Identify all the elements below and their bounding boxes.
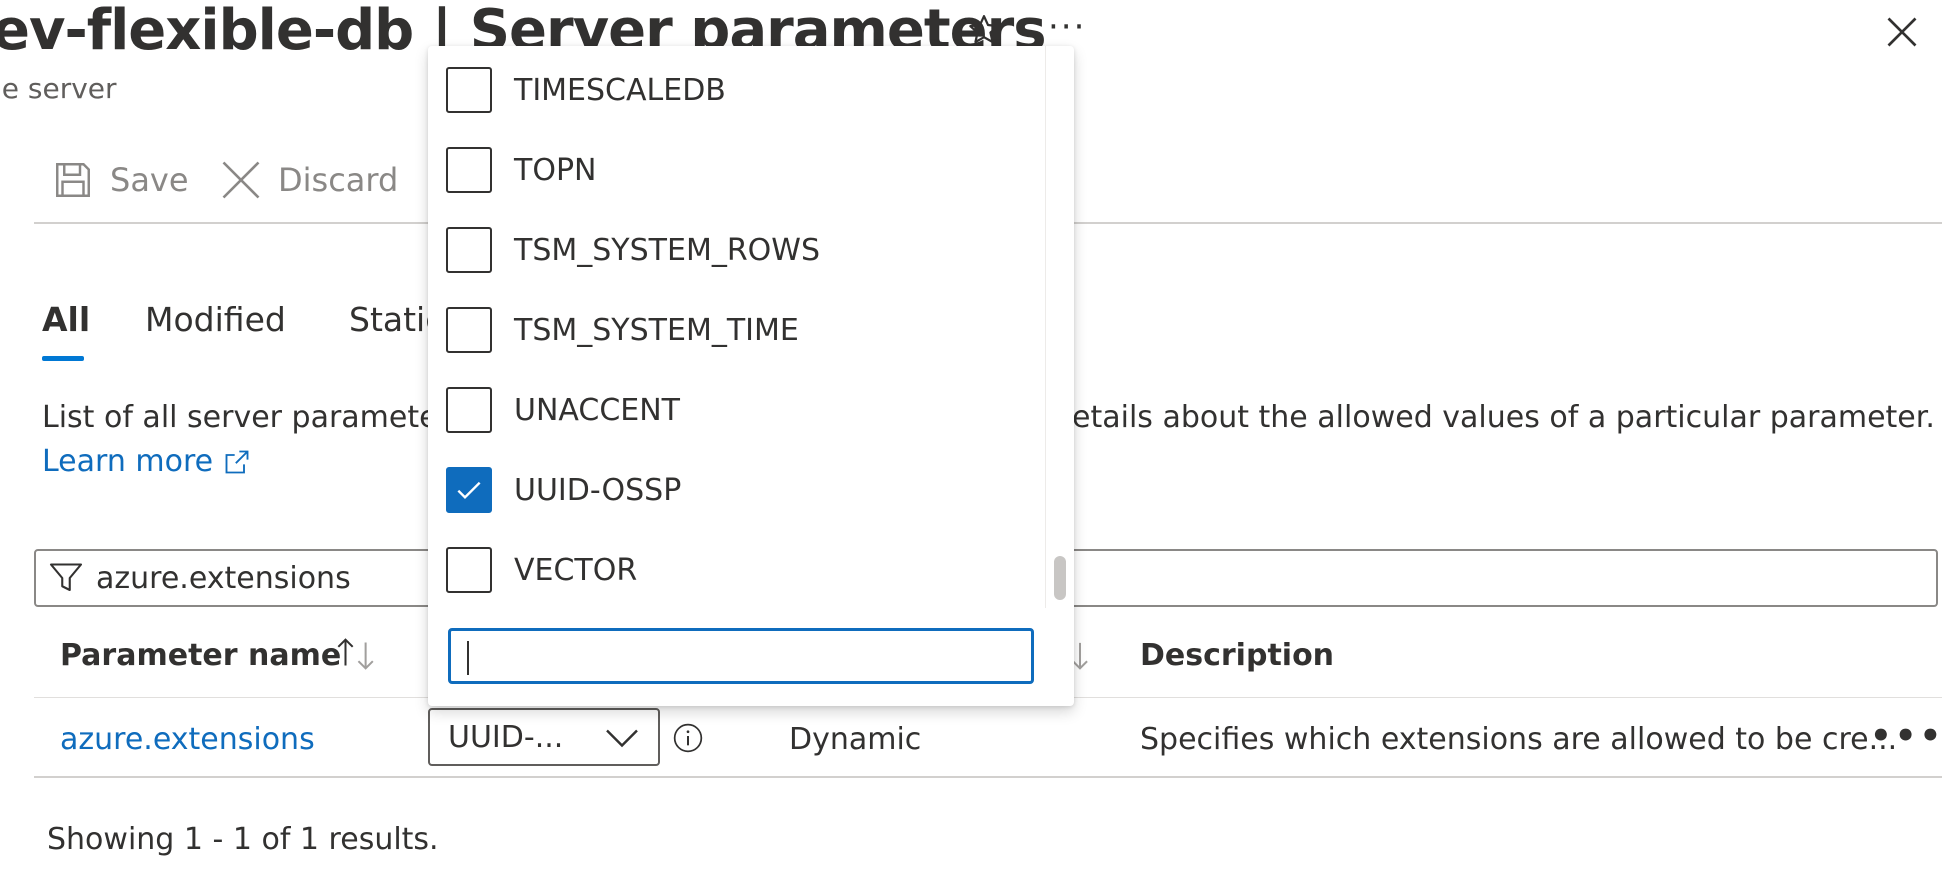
more-icon[interactable]: ··· xyxy=(1048,10,1086,44)
option-label: TSM_SYSTEM_TIME xyxy=(514,312,799,348)
tab-all[interactable]: All xyxy=(42,300,90,339)
star-icon[interactable] xyxy=(966,12,1002,48)
extensions-dropdown-popup: TIMESCALEDB TOPN TSM_SYSTEM_ROWS TSM_SYS… xyxy=(428,46,1074,706)
option-label: TIMESCALEDB xyxy=(514,72,726,108)
close-icon[interactable] xyxy=(1884,14,1920,50)
info-icon[interactable] xyxy=(672,722,704,754)
option-uuid-ossp[interactable]: UUID-OSSP xyxy=(446,462,1036,518)
save-button[interactable]: Save xyxy=(52,156,189,204)
option-label: UUID-OSSP xyxy=(514,472,682,508)
discard-label: Discard xyxy=(278,161,399,199)
value-dropdown-text: UUID-... xyxy=(448,719,564,755)
learn-more-label: Learn more xyxy=(42,444,214,479)
page-description-start: List of all server parameters xyxy=(42,400,466,435)
option-topn[interactable]: TOPN xyxy=(446,142,1036,198)
parameter-description: Specifies which extensions are allowed t… xyxy=(1140,722,1898,757)
checkbox[interactable] xyxy=(446,67,492,113)
option-label: TSM_SYSTEM_ROWS xyxy=(514,232,820,268)
popup-scrollbar-thumb[interactable] xyxy=(1054,556,1066,600)
checkbox[interactable] xyxy=(446,227,492,273)
save-icon xyxy=(52,159,94,201)
filter-value: azure.extensions xyxy=(96,561,351,596)
filter-icon xyxy=(48,560,84,596)
parameter-name-link[interactable]: azure.extensions xyxy=(60,722,315,757)
option-label: VECTOR xyxy=(514,552,638,588)
popup-scrollbar-track[interactable] xyxy=(1045,46,1074,608)
column-header-description[interactable]: Description xyxy=(1140,638,1334,673)
option-tsm-system-rows[interactable]: TSM_SYSTEM_ROWS xyxy=(446,222,1036,278)
results-count: Showing 1 - 1 of 1 results. xyxy=(47,822,439,857)
option-tsm-system-time[interactable]: TSM_SYSTEM_TIME xyxy=(446,302,1036,358)
parameter-type: Dynamic xyxy=(789,722,922,757)
tab-modified[interactable]: Modified xyxy=(145,300,286,339)
chevron-down-icon[interactable] xyxy=(604,726,640,750)
save-label: Save xyxy=(110,161,189,199)
checkbox[interactable] xyxy=(446,547,492,593)
page-description-end: etails about the allowed values of a par… xyxy=(1072,400,1935,435)
learn-more-link[interactable]: Learn more xyxy=(42,444,251,479)
tab-all-selected-indicator xyxy=(42,356,84,361)
discard-button[interactable]: Discard xyxy=(220,156,398,204)
discard-icon xyxy=(220,159,262,201)
dropdown-search-input[interactable] xyxy=(448,628,1034,684)
option-timescaledb[interactable]: TIMESCALEDB xyxy=(446,62,1036,118)
checkbox[interactable] xyxy=(446,387,492,433)
checkmark-icon xyxy=(457,481,481,500)
table-row-divider xyxy=(34,776,1942,778)
checkbox-checked[interactable] xyxy=(446,467,492,513)
sort-ascending-icon[interactable] xyxy=(334,636,380,672)
checkbox[interactable] xyxy=(446,147,492,193)
option-label: UNACCENT xyxy=(514,392,681,428)
option-unaccent[interactable]: UNACCENT xyxy=(446,382,1036,438)
option-label: TOPN xyxy=(514,152,597,188)
row-more-icon[interactable]: ••• xyxy=(1870,716,1944,756)
external-link-icon xyxy=(223,448,251,476)
option-vector[interactable]: VECTOR xyxy=(446,542,1036,598)
column-header-parameter-name[interactable]: Parameter name xyxy=(60,638,341,673)
page-subtitle: le server xyxy=(0,72,117,105)
text-caret xyxy=(467,641,469,675)
checkbox[interactable] xyxy=(446,307,492,353)
